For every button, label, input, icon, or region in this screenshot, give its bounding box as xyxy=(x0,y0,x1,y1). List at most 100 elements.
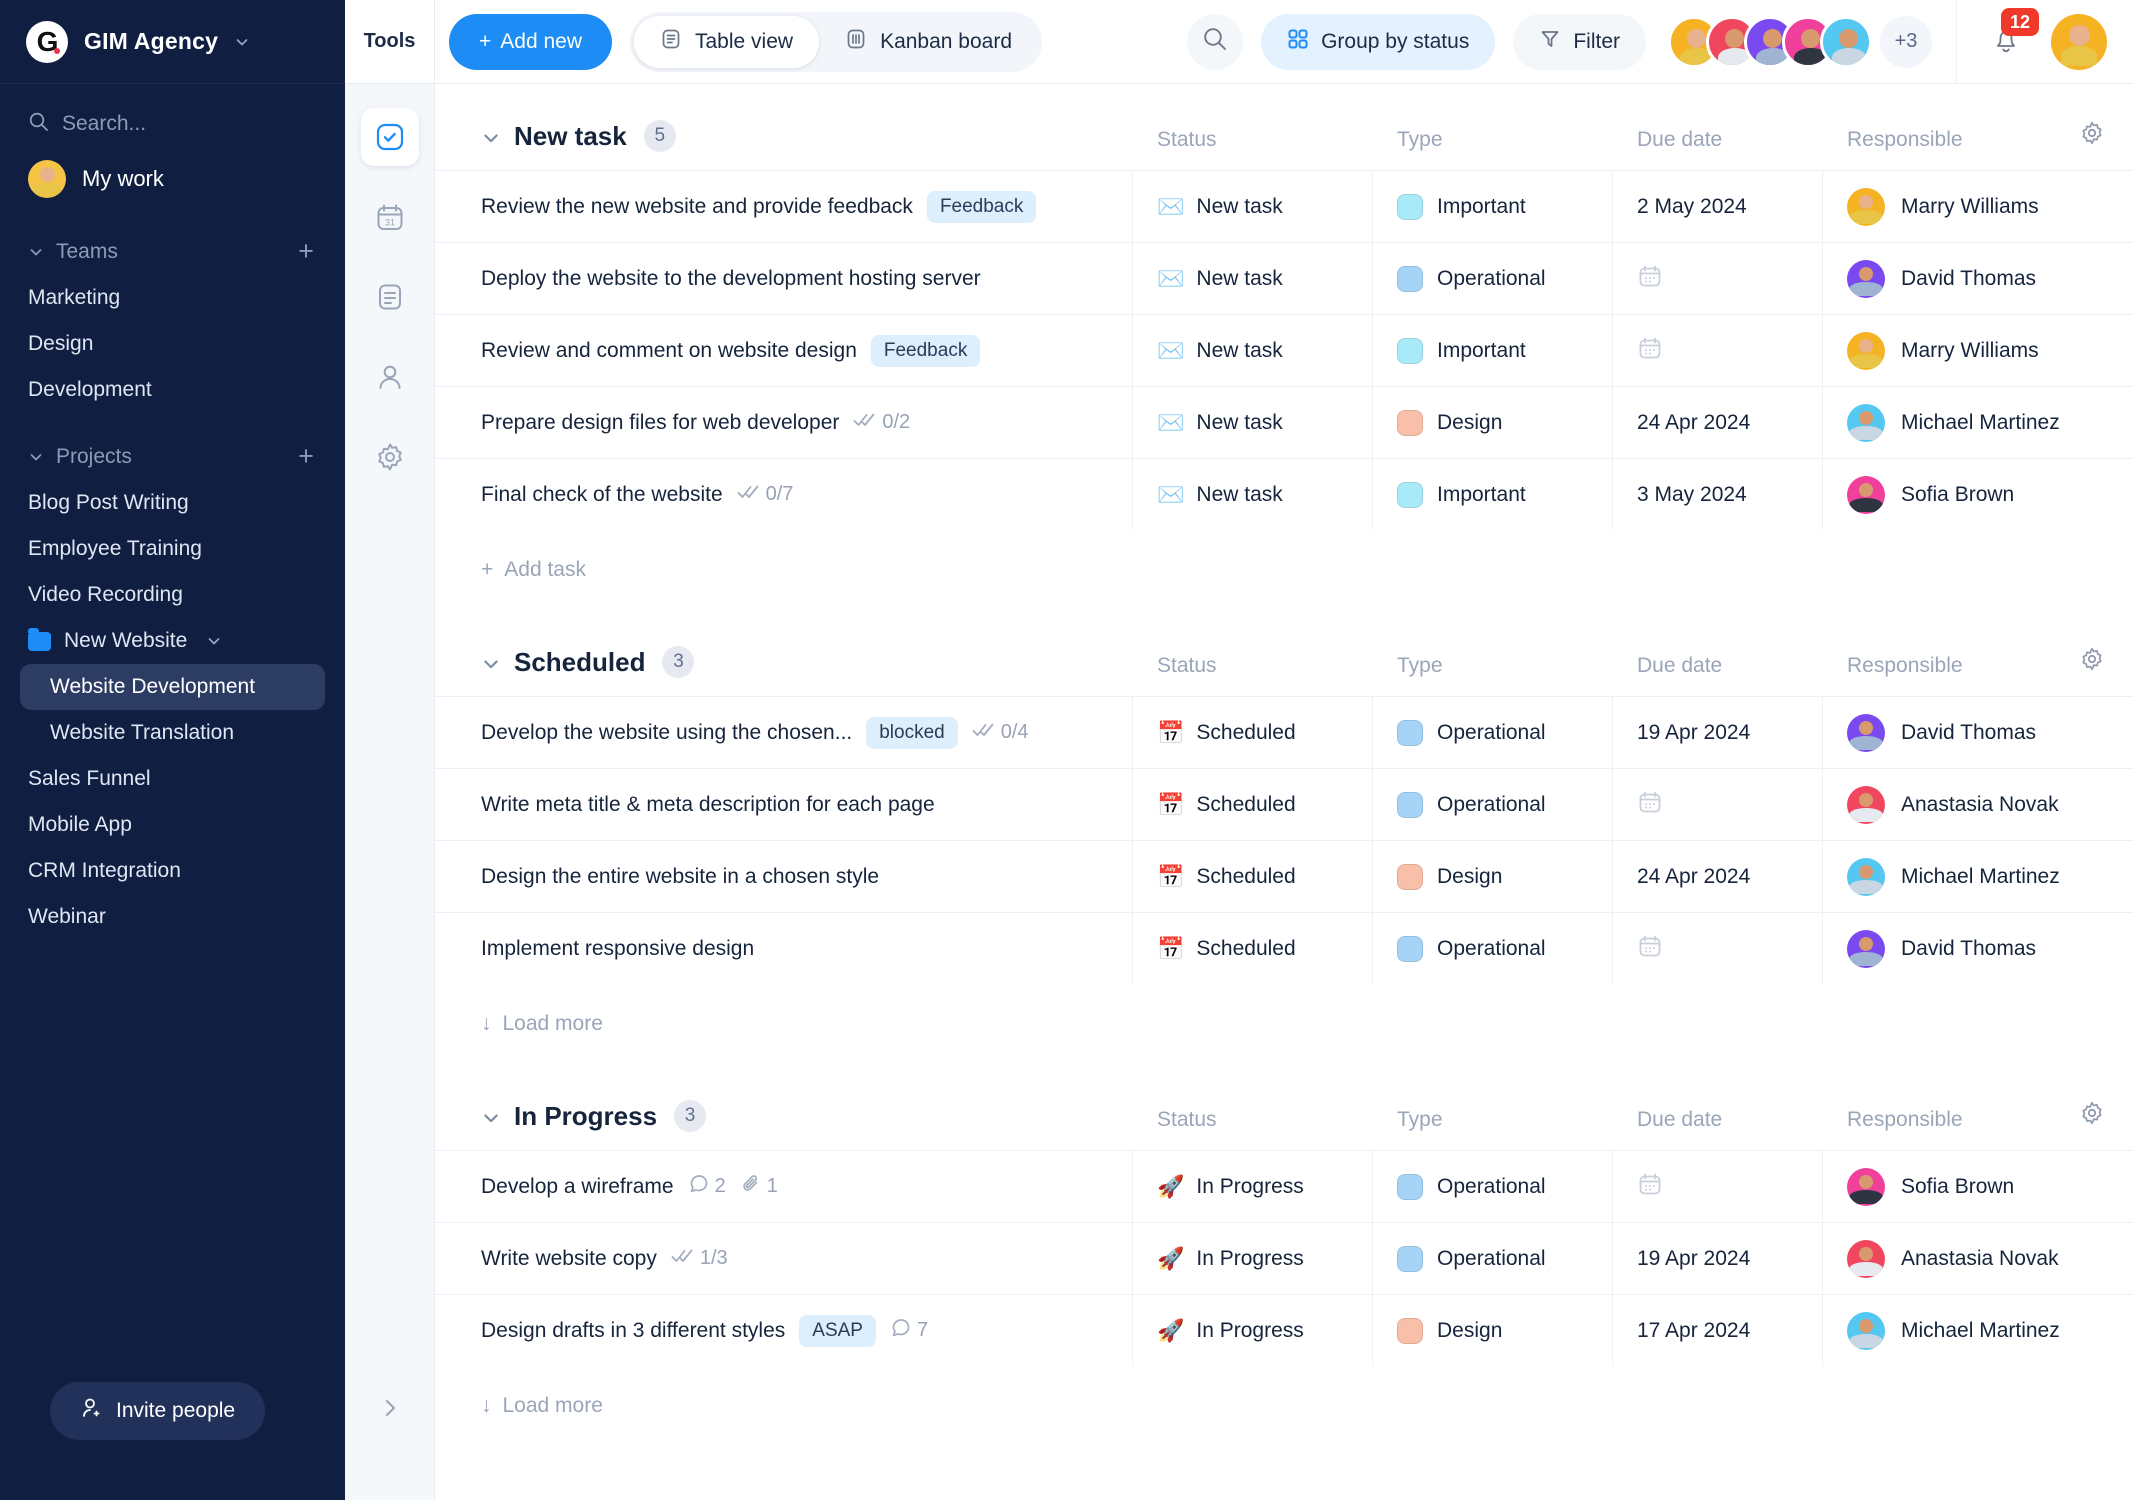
type-cell[interactable]: Important xyxy=(1373,459,1613,530)
status-cell[interactable]: 🚀 In Progress xyxy=(1133,1223,1373,1294)
group-title-cell[interactable]: Scheduled 3 xyxy=(453,646,1133,696)
table-row[interactable]: Develop a wireframe 2 1 🚀 In Progress Operati… xyxy=(435,1150,2133,1222)
table-row[interactable]: Design drafts in 3 different styles ASAP 7… xyxy=(435,1294,2133,1366)
responsible-cell[interactable]: David Thomas xyxy=(1823,913,2133,984)
table-row[interactable]: Write website copy 1/3 🚀 In Progress Operati… xyxy=(435,1222,2133,1294)
sidebar-item-mobile-app[interactable]: Mobile App xyxy=(0,802,345,848)
tab-table-view[interactable]: Table view xyxy=(634,15,820,68)
type-cell[interactable]: Operational xyxy=(1373,243,1613,314)
due-date-cell[interactable]: 19 Apr 2024 xyxy=(1613,1223,1823,1294)
calendar-icon[interactable]: 31 xyxy=(361,188,419,246)
contacts-icon[interactable] xyxy=(361,348,419,406)
responsible-cell[interactable]: Michael Martinez xyxy=(1823,387,2133,458)
table-row[interactable]: Review and comment on website design Feed… xyxy=(435,314,2133,386)
sidebar-item-video-recording[interactable]: Video Recording xyxy=(0,572,345,618)
due-date-cell[interactable] xyxy=(1613,1151,1823,1222)
notifications-button[interactable]: 12 xyxy=(1987,8,2040,63)
task-tag[interactable]: Feedback xyxy=(926,190,1037,223)
task-name-cell[interactable]: Design the entire website in a chosen st… xyxy=(453,841,1133,912)
due-date-cell[interactable] xyxy=(1613,769,1823,840)
type-cell[interactable]: Operational xyxy=(1373,769,1613,840)
invite-people-button[interactable]: Invite people xyxy=(50,1382,266,1440)
add-task-button[interactable]: + Add task xyxy=(435,530,2133,610)
status-cell[interactable]: ✉️ New task xyxy=(1133,459,1373,530)
due-date-cell[interactable]: 3 May 2024 xyxy=(1613,459,1823,530)
status-cell[interactable]: 📅 Scheduled xyxy=(1133,841,1373,912)
status-cell[interactable]: 🚀 In Progress xyxy=(1133,1295,1373,1366)
task-name-cell[interactable]: Final check of the website 0/7 xyxy=(453,459,1133,530)
table-row[interactable]: Prepare design files for web developer 0/… xyxy=(435,386,2133,458)
table-row[interactable]: Write meta title & meta description for … xyxy=(435,768,2133,840)
chevron-down-icon[interactable] xyxy=(481,1108,498,1124)
type-cell[interactable]: Design xyxy=(1373,841,1613,912)
type-cell[interactable]: Design xyxy=(1373,1295,1613,1366)
type-cell[interactable]: Important xyxy=(1373,315,1613,386)
sidebar-item-design[interactable]: Design xyxy=(0,321,345,367)
type-cell[interactable]: Operational xyxy=(1373,697,1613,768)
status-cell[interactable]: 📅 Scheduled xyxy=(1133,697,1373,768)
task-name-cell[interactable]: Review the new website and provide feedb… xyxy=(453,171,1133,242)
task-name-cell[interactable]: Implement responsive design xyxy=(453,913,1133,984)
avatar-overflow-count[interactable]: +3 xyxy=(1880,15,1932,68)
chevron-down-icon[interactable] xyxy=(481,128,498,144)
table-row[interactable]: Deploy the website to the development ho… xyxy=(435,242,2133,314)
calendar-empty-icon[interactable] xyxy=(1637,789,1663,821)
task-tag[interactable]: blocked xyxy=(866,716,958,749)
task-name-cell[interactable]: Write website copy 1/3 xyxy=(453,1223,1133,1294)
responsible-cell[interactable]: Marry Williams xyxy=(1823,315,2133,386)
task-name-cell[interactable]: Write meta title & meta description for … xyxy=(453,769,1133,840)
column-settings-icon[interactable] xyxy=(2079,120,2105,152)
sidebar-item-website-development[interactable]: Website Development xyxy=(20,664,325,710)
search-input[interactable]: Search... xyxy=(0,102,345,146)
tab-kanban-board[interactable]: Kanban board xyxy=(819,16,1038,68)
responsible-cell[interactable]: Michael Martinez xyxy=(1823,841,2133,912)
due-date-cell[interactable]: 2 May 2024 xyxy=(1613,171,1823,242)
workspace-switcher[interactable]: G GIM Agency xyxy=(0,0,345,84)
responsible-cell[interactable]: David Thomas xyxy=(1823,243,2133,314)
task-name-cell[interactable]: Review and comment on website design Feed… xyxy=(453,315,1133,386)
column-settings-icon[interactable] xyxy=(2079,1100,2105,1132)
status-cell[interactable]: 📅 Scheduled xyxy=(1133,769,1373,840)
document-icon[interactable] xyxy=(361,268,419,326)
sidebar-item-employee-training[interactable]: Employee Training xyxy=(0,526,345,572)
due-date-cell[interactable] xyxy=(1613,913,1823,984)
sidebar-section-projects[interactable]: Projects + xyxy=(0,433,345,480)
calendar-empty-icon[interactable] xyxy=(1637,335,1663,367)
sidebar-item-webinar[interactable]: Webinar xyxy=(0,894,345,940)
profile-avatar[interactable] xyxy=(2051,13,2107,70)
sidebar-item-crm-integration[interactable]: CRM Integration xyxy=(0,848,345,894)
task-name-cell[interactable]: Deploy the website to the development ho… xyxy=(453,243,1133,314)
status-cell[interactable]: 📅 Scheduled xyxy=(1133,913,1373,984)
task-name-cell[interactable]: Design drafts in 3 different styles ASAP 7 xyxy=(453,1295,1133,1366)
tasks-icon[interactable] xyxy=(360,108,419,166)
sidebar-item-website-translation[interactable]: Website Translation xyxy=(0,710,345,756)
type-cell[interactable]: Important xyxy=(1373,171,1613,242)
task-name-cell[interactable]: Develop the website using the chosen... b… xyxy=(453,697,1133,768)
due-date-cell[interactable]: 19 Apr 2024 xyxy=(1613,697,1823,768)
add-team-button[interactable]: + xyxy=(295,238,317,265)
table-row[interactable]: Final check of the website 0/7 ✉️ New task I… xyxy=(435,458,2133,530)
search-button[interactable] xyxy=(1187,13,1244,70)
responsible-cell[interactable]: Anastasia Novak xyxy=(1823,1223,2133,1294)
chevron-down-icon[interactable] xyxy=(481,654,498,670)
task-tag[interactable]: ASAP xyxy=(799,1314,876,1347)
table-row[interactable]: Review the new website and provide feedb… xyxy=(435,170,2133,242)
column-settings-icon[interactable] xyxy=(2079,646,2105,678)
responsible-cell[interactable]: Sofia Brown xyxy=(1823,1151,2133,1222)
group-title-cell[interactable]: New task 5 xyxy=(453,120,1133,170)
type-cell[interactable]: Operational xyxy=(1373,1151,1613,1222)
group-by-status-button[interactable]: Group by status xyxy=(1261,13,1496,70)
task-tag[interactable]: Feedback xyxy=(870,334,981,367)
due-date-cell[interactable]: 24 Apr 2024 xyxy=(1613,387,1823,458)
status-cell[interactable]: ✉️ New task xyxy=(1133,387,1373,458)
status-cell[interactable]: ✉️ New task xyxy=(1133,171,1373,242)
due-date-cell[interactable] xyxy=(1613,243,1823,314)
load-more-button[interactable]: ↓ Load more xyxy=(435,984,2133,1064)
table-row[interactable]: Develop the website using the chosen... b… xyxy=(435,696,2133,768)
type-cell[interactable]: Operational xyxy=(1373,913,1613,984)
calendar-empty-icon[interactable] xyxy=(1637,263,1663,295)
calendar-empty-icon[interactable] xyxy=(1637,933,1663,965)
chevron-right-icon[interactable] xyxy=(372,1390,408,1426)
group-title-cell[interactable]: In Progress 3 xyxy=(453,1100,1133,1150)
add-new-button[interactable]: + Add new xyxy=(449,13,612,70)
